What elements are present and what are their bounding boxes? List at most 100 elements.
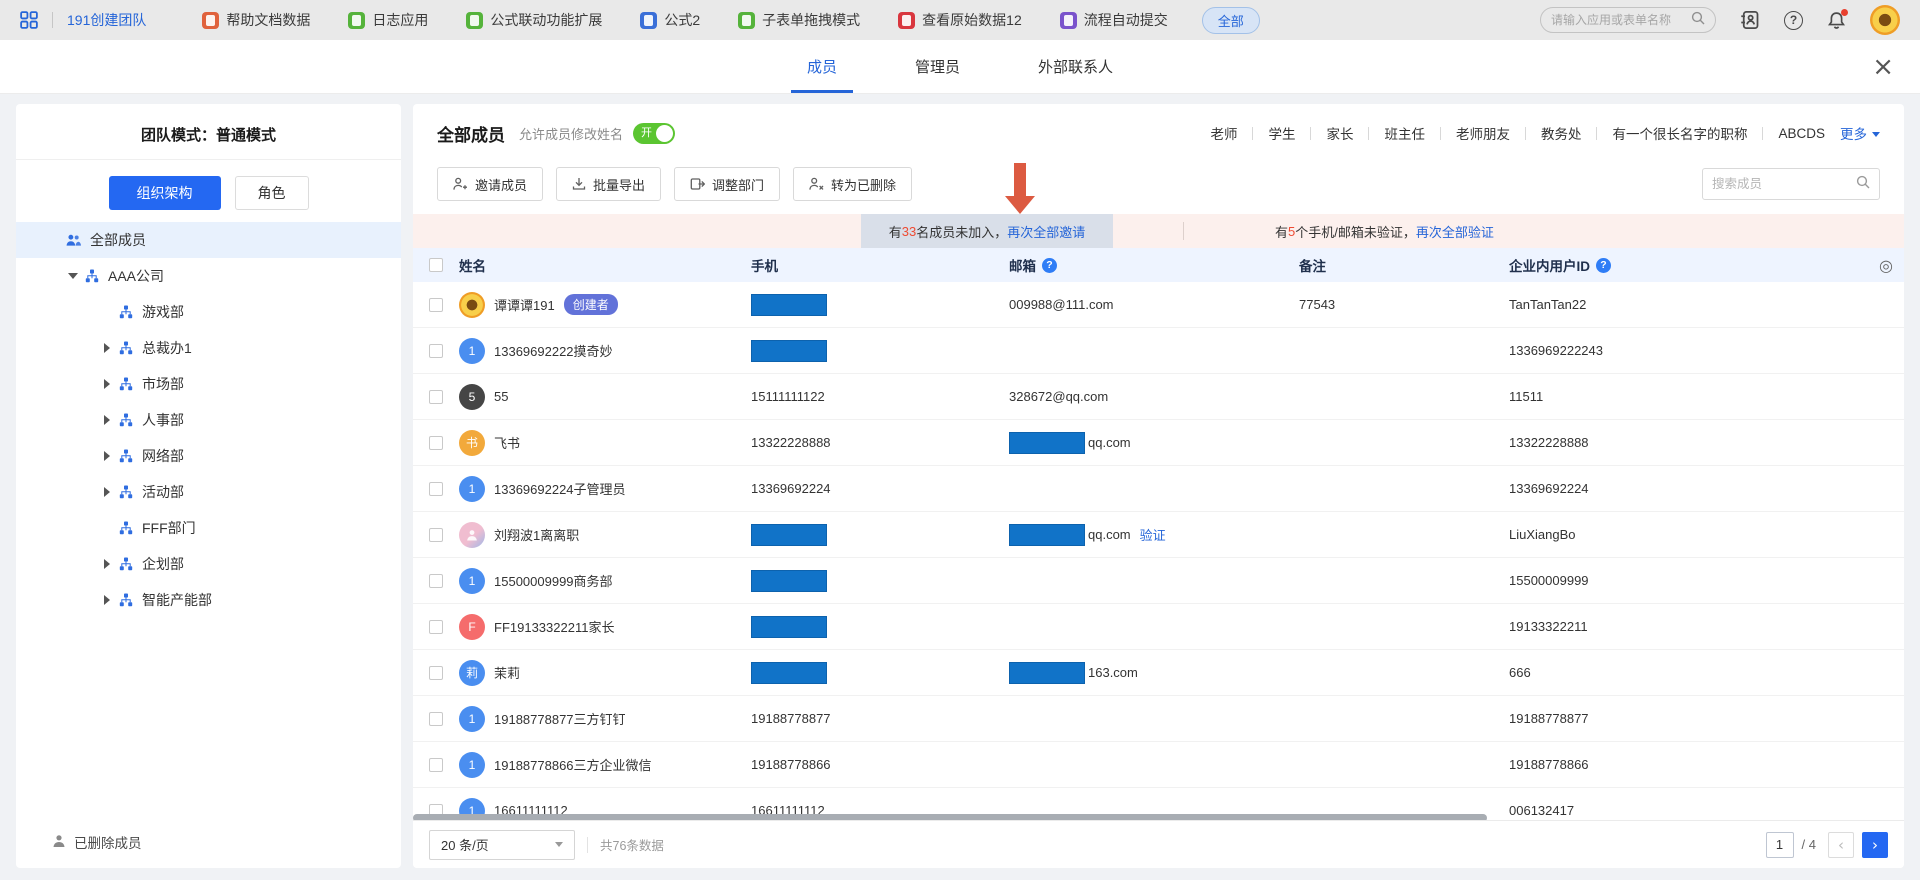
sidebar-item-网络部[interactable]: 网络部 xyxy=(16,438,401,474)
role-filter-学生[interactable]: 学生 xyxy=(1268,123,1295,143)
user-avatar[interactable] xyxy=(1870,5,1900,35)
app-tab-流程自动提交[interactable]: 流程自动提交 xyxy=(1060,10,1168,30)
notification-bell-icon[interactable] xyxy=(1827,11,1846,30)
row-checkbox[interactable] xyxy=(429,574,443,588)
contacts-book-icon[interactable] xyxy=(1740,10,1760,30)
sidebar-item-市场部[interactable]: 市场部 xyxy=(16,366,401,402)
sidebar-tab-角色[interactable]: 角色 xyxy=(235,176,309,210)
sidebar-item-FFF部门[interactable]: FFF部门 xyxy=(16,510,401,546)
member-search-input[interactable] xyxy=(1712,177,1850,191)
table-row: 刘翔波1离离职qq.com验证LiuXiangBo xyxy=(413,512,1904,558)
tree-caret-icon[interactable] xyxy=(102,415,112,425)
member-userid-cell: 19133322211 xyxy=(1509,619,1868,634)
tab-管理员[interactable]: 管理员 xyxy=(915,40,960,93)
sidebar-item-企划部[interactable]: 企划部 xyxy=(16,546,401,582)
role-filter-家长[interactable]: 家长 xyxy=(1326,123,1353,143)
row-checkbox[interactable] xyxy=(429,666,443,680)
row-checkbox[interactable] xyxy=(429,712,443,726)
reinvite-all-link[interactable]: 再次全部邀请 xyxy=(1007,222,1085,241)
rename-permission-label: 允许成员修改姓名 xyxy=(519,124,623,143)
sidebar-item-人事部[interactable]: 人事部 xyxy=(16,402,401,438)
apps-grid-icon[interactable] xyxy=(20,11,38,29)
member-avatar: 1 xyxy=(459,706,485,732)
column-label: 手机 xyxy=(751,255,778,275)
page-size-select[interactable]: 20 条/页 xyxy=(429,830,575,860)
help-icon[interactable]: ? xyxy=(1784,11,1803,30)
verify-link[interactable]: 验证 xyxy=(1140,525,1166,544)
tab-成员[interactable]: 成员 xyxy=(807,40,837,93)
row-checkbox[interactable] xyxy=(429,482,443,496)
tab-外部联系人[interactable]: 外部联系人 xyxy=(1038,40,1113,93)
row-checkbox[interactable] xyxy=(429,390,443,404)
tree-caret-icon[interactable] xyxy=(68,271,78,281)
app-tab-子表单拖拽模式[interactable]: 子表单拖拽模式 xyxy=(738,10,860,30)
sidebar-item-智能产能部[interactable]: 智能产能部 xyxy=(16,582,401,618)
tree-caret-icon[interactable] xyxy=(102,595,112,605)
row-checkbox[interactable] xyxy=(429,528,443,542)
role-filter-老师[interactable]: 老师 xyxy=(1210,123,1237,143)
row-checkbox[interactable] xyxy=(429,344,443,358)
role-filter-ABCDS[interactable]: ABCDS xyxy=(1778,126,1825,141)
next-page-button[interactable]: › xyxy=(1862,832,1888,858)
caret-right-icon xyxy=(104,451,110,461)
row-checkbox[interactable] xyxy=(429,620,443,634)
prev-page-button[interactable]: ‹ xyxy=(1828,832,1854,858)
调整部门-button[interactable]: 调整部门 xyxy=(674,167,780,201)
role-filter-教务处[interactable]: 教务处 xyxy=(1541,123,1582,143)
role-filter-有一个很长名字的职称[interactable]: 有一个很长名字的职称 xyxy=(1612,123,1747,143)
row-checkbox-cell xyxy=(413,344,459,358)
page-number-input[interactable]: 1 xyxy=(1766,832,1794,858)
top-app-bar: 191创建团队 帮助文档数据 日志应用 公式联动功能扩展 公式2 子表单拖拽模式 查看原始… xyxy=(0,0,1920,40)
global-search-input[interactable] xyxy=(1551,13,1685,27)
member-name-cell: 119188778866三方企业微信 xyxy=(459,752,751,778)
sidebar-item-活动部[interactable]: 活动部 xyxy=(16,474,401,510)
department-icon xyxy=(85,269,99,283)
member-search[interactable] xyxy=(1702,168,1880,200)
sidebar-item-总裁办1[interactable]: 总裁办1 xyxy=(16,330,401,366)
批量导出-button[interactable]: 批量导出 xyxy=(556,167,661,201)
member-userid-cell: 19188778866 xyxy=(1509,757,1868,772)
tree-caret-icon[interactable] xyxy=(102,559,112,569)
rename-toggle[interactable]: 开 xyxy=(633,123,675,144)
role-filter-班主任[interactable]: 班主任 xyxy=(1384,123,1425,143)
filter-all-pill[interactable]: 全部 xyxy=(1202,7,1260,34)
sidebar-item-AAA公司[interactable]: AAA公司 xyxy=(16,258,401,294)
tree-item-label: 智能产能部 xyxy=(142,590,212,610)
app-tab-公式联动功能扩展[interactable]: 公式联动功能扩展 xyxy=(466,10,602,30)
global-search[interactable] xyxy=(1540,7,1716,33)
sidebar-tab-组织架构[interactable]: 组织架构 xyxy=(109,176,221,210)
help-icon[interactable]: ? xyxy=(1596,258,1611,273)
member-name-cell: FFF19133322211家长 xyxy=(459,614,751,640)
tree-caret-icon[interactable] xyxy=(102,379,112,389)
table-row: 119188778866三方企业微信1918877886619188778866 xyxy=(413,742,1904,788)
邀请成员-button[interactable]: 邀请成员 xyxy=(437,167,543,201)
deleted-members-link[interactable]: 已删除成员 xyxy=(52,832,142,852)
app-icon xyxy=(738,12,755,29)
row-checkbox[interactable] xyxy=(429,436,443,450)
team-name-link[interactable]: 191创建团队 xyxy=(67,10,146,30)
help-icon[interactable]: ? xyxy=(1042,258,1057,273)
role-divider xyxy=(1252,127,1253,140)
reverify-all-link[interactable]: 再次全部验证 xyxy=(1416,222,1494,241)
caret-right-icon xyxy=(104,415,110,425)
column-header-邮箱: 邮箱? xyxy=(1009,255,1299,275)
app-tab-查看原始数据12[interactable]: 查看原始数据12 xyxy=(898,10,1022,30)
app-tab-公式2[interactable]: 公式2 xyxy=(640,10,700,30)
sidebar-item-游戏部[interactable]: 游戏部 xyxy=(16,294,401,330)
close-icon[interactable]: × xyxy=(1872,54,1894,80)
column-settings-icon[interactable]: ◎ xyxy=(1868,256,1904,275)
row-checkbox[interactable] xyxy=(429,758,443,772)
sidebar-item-全部成员[interactable]: 全部成员 xyxy=(16,222,401,258)
role-filter-老师朋友[interactable]: 老师朋友 xyxy=(1456,123,1510,143)
notification-dot xyxy=(1841,9,1848,16)
tree-caret-icon[interactable] xyxy=(102,487,112,497)
select-all-checkbox[interactable] xyxy=(429,258,443,272)
tree-caret-icon[interactable] xyxy=(102,451,112,461)
member-userid-cell: 15500009999 xyxy=(1509,573,1868,588)
转为已删除-button[interactable]: 转为已删除 xyxy=(793,167,912,201)
more-roles-button[interactable]: 更多 xyxy=(1840,123,1880,143)
app-tab-帮助文档数据[interactable]: 帮助文档数据 xyxy=(202,10,310,30)
row-checkbox[interactable] xyxy=(429,298,443,312)
app-tab-日志应用[interactable]: 日志应用 xyxy=(348,10,428,30)
tree-caret-icon[interactable] xyxy=(102,343,112,353)
